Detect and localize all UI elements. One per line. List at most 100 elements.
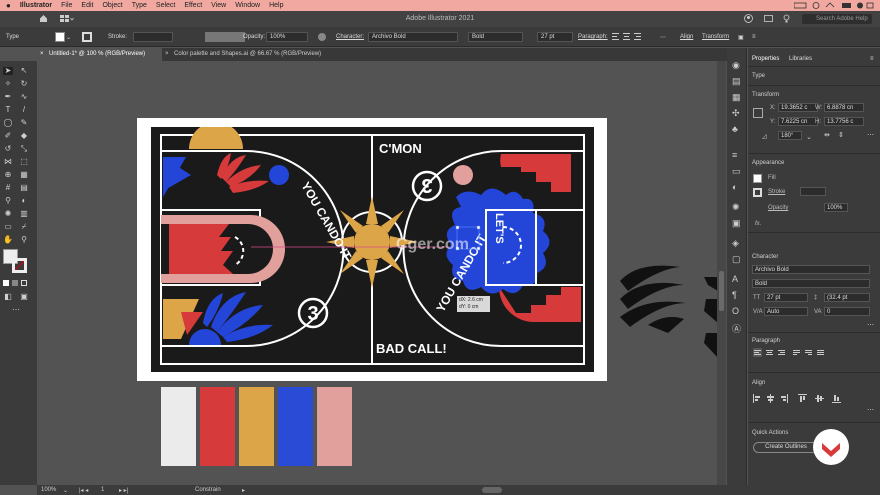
- reference-point-icon[interactable]: [753, 108, 763, 118]
- stroke-weight-field[interactable]: [133, 32, 173, 42]
- panel-menu-icon[interactable]: ≡: [870, 56, 874, 62]
- swatch-white[interactable]: [161, 387, 196, 466]
- discover-icon[interactable]: [782, 14, 791, 23]
- draw-mode-icon[interactable]: ◧: [3, 293, 13, 301]
- panel-paragraph-align-icons[interactable]: [753, 348, 843, 357]
- paintbrush-tool-icon[interactable]: ✎: [19, 119, 29, 127]
- gradient-tool-icon[interactable]: ▤: [19, 184, 29, 192]
- swatch-yellow[interactable]: [239, 387, 274, 466]
- free-transform-tool-icon[interactable]: ⬚: [19, 158, 29, 166]
- more-character-icon[interactable]: ⋯: [867, 321, 874, 329]
- character-link[interactable]: Character:: [336, 34, 364, 40]
- font-style-field[interactable]: Bold: [468, 32, 523, 42]
- h-field[interactable]: 13.7756 c: [824, 117, 864, 126]
- menu-object[interactable]: Object: [102, 2, 122, 9]
- curvature-tool-icon[interactable]: ∿: [19, 93, 29, 101]
- workspace-icon[interactable]: [764, 14, 773, 23]
- pen-tool-icon[interactable]: ✒: [3, 93, 13, 101]
- feather-shape[interactable]: [618, 263, 718, 358]
- fill-swatch[interactable]: [55, 32, 65, 42]
- brushes-icon[interactable]: ✣: [732, 108, 740, 119]
- menu-effect[interactable]: Effect: [184, 2, 202, 9]
- stroke-swatch[interactable]: [82, 32, 92, 42]
- panel-font-style[interactable]: Bold: [752, 279, 870, 288]
- y-field[interactable]: 7.6225 cn: [778, 117, 818, 126]
- character-icon[interactable]: A: [732, 274, 738, 284]
- x-field[interactable]: 19.3652 c: [778, 103, 818, 112]
- menu-view[interactable]: View: [211, 2, 226, 9]
- symbols-icon[interactable]: ♣: [732, 124, 738, 134]
- w-field[interactable]: 6.8878 cn: [824, 103, 864, 112]
- close-tab-icon[interactable]: ×: [165, 48, 169, 61]
- opacity-panel-field[interactable]: 100%: [824, 203, 848, 212]
- properties-icon[interactable]: ◉: [732, 60, 740, 71]
- tab-untitled-1[interactable]: × Untitled-1* @ 100 % (RGB/Preview): [37, 48, 162, 61]
- swatch-blue[interactable]: [278, 387, 313, 466]
- appearance-stroke-swatch[interactable]: [753, 188, 762, 197]
- screen-mode-icon[interactable]: ▣: [19, 293, 29, 301]
- rotation-dropdown-icon[interactable]: ⌄: [806, 133, 812, 141]
- flip-horizontal-icon[interactable]: ⇹: [824, 131, 830, 139]
- rotation-field[interactable]: 180°: [778, 131, 802, 140]
- eraser-tool-icon[interactable]: ◆: [19, 132, 29, 140]
- artboard-tool-icon[interactable]: ▭: [3, 223, 13, 231]
- rotate-tool-icon[interactable]: ↺: [3, 145, 13, 153]
- panel-font-size[interactable]: 27 pt: [764, 293, 808, 302]
- style-preview[interactable]: [205, 32, 245, 42]
- swatches-icon[interactable]: ▦: [732, 92, 741, 103]
- gradient-panel-icon[interactable]: ▭: [732, 166, 741, 177]
- slice-tool-icon[interactable]: ⌿: [19, 223, 29, 231]
- blend-tool-icon[interactable]: ◐: [19, 197, 29, 205]
- artboard-number[interactable]: 1: [101, 487, 104, 493]
- artboard-nav-icon[interactable]: |◂ ◂: [79, 487, 88, 494]
- eyedropper-tool-icon[interactable]: ⚲: [3, 197, 13, 205]
- width-tool-icon[interactable]: ⋈: [3, 158, 13, 166]
- close-tab-icon[interactable]: ×: [40, 48, 44, 61]
- isolate-icon[interactable]: ▣: [738, 34, 744, 41]
- glyphs-icon[interactable]: Ⓐ: [732, 322, 741, 335]
- stroke-panel-icon[interactable]: ≡: [732, 150, 737, 160]
- more-options-icon[interactable]: ⋯: [660, 34, 666, 41]
- edit-toolbar-icon[interactable]: ⋯: [11, 306, 21, 314]
- shaper-tool-icon[interactable]: ✐: [3, 132, 13, 140]
- account-icon[interactable]: [744, 14, 753, 23]
- panel-leading[interactable]: (32.4 pt: [824, 293, 870, 302]
- menu-app-name[interactable]: Illustrator: [20, 2, 52, 9]
- appearance-icon[interactable]: ✺: [732, 202, 740, 213]
- fill-dropdown-icon[interactable]: ⌄: [66, 34, 71, 41]
- tab-color-palette[interactable]: × Color palette and Shapes.ai @ 66.67 % …: [162, 48, 337, 61]
- panel-menu-icon[interactable]: ≡: [752, 34, 756, 40]
- font-size-field[interactable]: 27 pt: [537, 32, 573, 42]
- none-mode-icon[interactable]: [21, 280, 27, 286]
- scrollbar-thumb[interactable]: [719, 271, 724, 311]
- help-search-input[interactable]: Search Adobe Help: [802, 14, 872, 24]
- type-tool-icon[interactable]: T: [3, 106, 13, 114]
- horizontal-scrollbar-thumb[interactable]: [482, 487, 502, 493]
- opacity-label[interactable]: Opacity:: [243, 34, 265, 40]
- zoom-level[interactable]: 100%: [41, 487, 56, 493]
- selection-tool-icon[interactable]: ➤: [3, 67, 13, 75]
- lasso-tool-icon[interactable]: ↻: [19, 80, 29, 88]
- align-icons[interactable]: [753, 394, 871, 404]
- scale-tool-icon[interactable]: ⤡: [19, 145, 29, 153]
- flip-vertical-icon[interactable]: ⇕: [838, 131, 844, 139]
- color-mode-icon[interactable]: [3, 280, 9, 286]
- transparency-icon[interactable]: ◐: [732, 182, 737, 192]
- opentype-icon[interactable]: O: [732, 306, 739, 316]
- apple-icon[interactable]: ●: [6, 1, 11, 10]
- basketball-court-artwork[interactable]: 3 3 YOU CANDO IT YOU CANDO IT LET'S C'MO…: [151, 122, 594, 372]
- paragraph-align-icons[interactable]: [612, 33, 652, 41]
- appearance-fill-swatch[interactable]: [753, 174, 762, 183]
- stroke-label[interactable]: Stroke:: [108, 34, 127, 40]
- fx-button[interactable]: fx.: [755, 221, 761, 227]
- graphic-styles-icon[interactable]: ▣: [732, 218, 741, 229]
- font-family-field[interactable]: Archivo Bold: [368, 32, 458, 42]
- gradient-mode-icon[interactable]: [12, 280, 18, 286]
- menu-select[interactable]: Select: [156, 2, 175, 9]
- tab-properties[interactable]: Properties: [752, 56, 779, 62]
- recolor-icon[interactable]: [318, 33, 326, 41]
- artboards-icon[interactable]: ▢: [732, 254, 741, 265]
- align-link[interactable]: Align: [680, 34, 693, 40]
- menu-type[interactable]: Type: [132, 2, 147, 9]
- libraries-icon[interactable]: ▤: [732, 76, 741, 87]
